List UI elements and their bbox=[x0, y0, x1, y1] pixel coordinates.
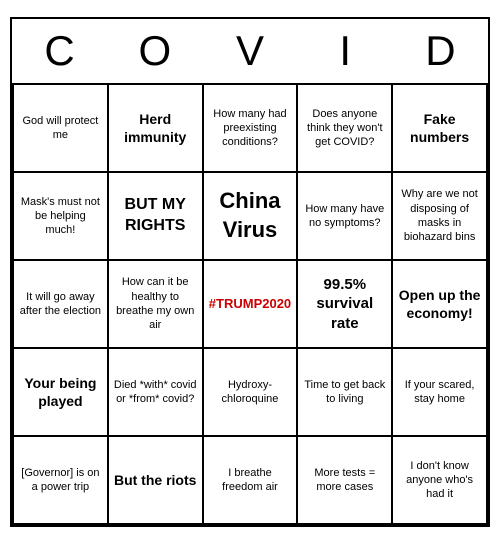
header-d: D bbox=[393, 19, 488, 83]
bingo-cell-10[interactable]: It will go away after the election bbox=[14, 261, 109, 349]
bingo-cell-6[interactable]: BUT MY RIGHTS bbox=[109, 173, 204, 261]
bingo-cell-0[interactable]: God will protect me bbox=[14, 85, 109, 173]
bingo-cell-24[interactable]: I don't know anyone who's had it bbox=[393, 437, 488, 525]
bingo-cell-20[interactable]: [Governor] is on a power trip bbox=[14, 437, 109, 525]
bingo-cell-5[interactable]: Mask's must not be helping much! bbox=[14, 173, 109, 261]
bingo-cell-23[interactable]: More tests = more cases bbox=[298, 437, 393, 525]
bingo-cell-17[interactable]: Hydroxy-chloroquine bbox=[204, 349, 299, 437]
bingo-cell-15[interactable]: Your being played bbox=[14, 349, 109, 437]
header-i: I bbox=[298, 19, 393, 83]
bingo-grid: God will protect meHerd immunityHow many… bbox=[12, 83, 488, 525]
bingo-cell-3[interactable]: Does anyone think they won't get COVID? bbox=[298, 85, 393, 173]
bingo-cell-9[interactable]: Why are we not disposing of masks in bio… bbox=[393, 173, 488, 261]
bingo-card: C O V I D God will protect meHerd immuni… bbox=[10, 17, 490, 527]
header-v: V bbox=[202, 19, 297, 83]
bingo-cell-19[interactable]: If your scared, stay home bbox=[393, 349, 488, 437]
bingo-cell-4[interactable]: Fake numbers bbox=[393, 85, 488, 173]
bingo-cell-16[interactable]: Died *with* covid or *from* covid? bbox=[109, 349, 204, 437]
bingo-cell-1[interactable]: Herd immunity bbox=[109, 85, 204, 173]
bingo-cell-14[interactable]: Open up the economy! bbox=[393, 261, 488, 349]
bingo-cell-2[interactable]: How many had preexisting conditions? bbox=[204, 85, 299, 173]
bingo-cell-13[interactable]: 99.5% survival rate bbox=[298, 261, 393, 349]
bingo-cell-22[interactable]: I breathe freedom air bbox=[204, 437, 299, 525]
bingo-cell-8[interactable]: How many have no symptoms? bbox=[298, 173, 393, 261]
bingo-header: C O V I D bbox=[12, 19, 488, 83]
header-c: C bbox=[12, 19, 107, 83]
bingo-cell-18[interactable]: Time to get back to living bbox=[298, 349, 393, 437]
bingo-cell-21[interactable]: But the riots bbox=[109, 437, 204, 525]
bingo-cell-11[interactable]: How can it be healthy to breathe my own … bbox=[109, 261, 204, 349]
bingo-cell-7[interactable]: China Virus bbox=[204, 173, 299, 261]
header-o: O bbox=[107, 19, 202, 83]
bingo-cell-12[interactable]: #TRUMP2020 bbox=[204, 261, 299, 349]
